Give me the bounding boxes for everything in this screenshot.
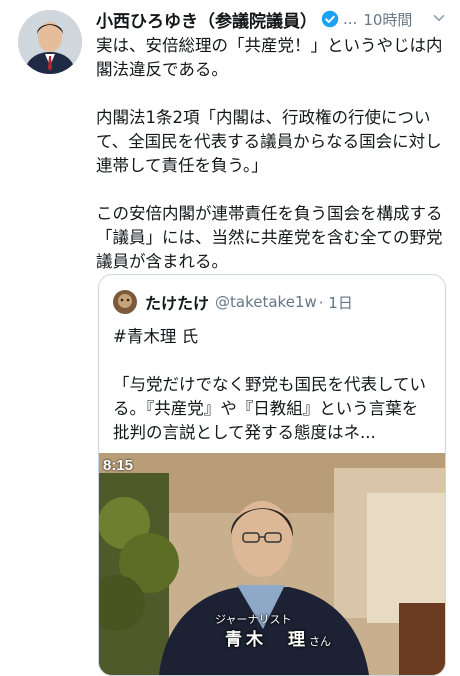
- quoted-timestamp[interactable]: · 1日: [319, 292, 353, 313]
- quoted-paragraph: 「与党だけでなく野党も国民を代表している。『共産党』や『日教組』という言葉を批判…: [113, 375, 427, 442]
- author-handle[interactable]: ...: [343, 10, 357, 28]
- tweet-paragraph: 内閣法1条2項「内閣は、行政権の行使について、全国民を代表する議員からなる国会に…: [96, 108, 442, 175]
- quoted-author-avatar[interactable]: [113, 290, 137, 314]
- quoted-author-name[interactable]: たけたけ: [145, 290, 209, 314]
- quoted-tweet-header: たけたけ @taketake1w · 1日: [113, 289, 435, 315]
- quoted-tweet-text: #青木理 氏 「与党だけでなく野党も国民を代表している。『共産党』や『日教組』と…: [113, 325, 433, 445]
- video-overlay-time: 8:15: [103, 457, 134, 474]
- tweet-text: 実は、安倍総理の「共産党！」というやじは内閣法違反である。 内閣法1条2項「内閣…: [96, 34, 448, 274]
- chevron-down-icon[interactable]: [430, 9, 448, 27]
- tweet-header: 小西ひろゆき（参議院議員） ... 10時間: [96, 6, 448, 32]
- quoted-tweet[interactable]: たけたけ @taketake1w · 1日 #青木理 氏 「与党だけでなく野党も…: [98, 274, 446, 676]
- tweet-timestamp[interactable]: 10時間: [363, 9, 412, 30]
- video-caption-name-text: 青木 理: [225, 630, 309, 650]
- author-avatar[interactable]: [18, 10, 82, 74]
- verified-badge-icon: [321, 10, 339, 28]
- quoted-author-handle[interactable]: @taketake1w: [215, 293, 317, 311]
- video-caption-suffix: さん: [309, 635, 331, 648]
- quoted-paragraph: #青木理 氏: [113, 327, 199, 346]
- video-caption-name: 青木 理さん: [225, 625, 331, 650]
- author-name[interactable]: 小西ひろゆき（参議院議員）: [96, 7, 317, 32]
- tweet-paragraph: 実は、安倍総理の「共産党！」というやじは内閣法違反である。: [96, 36, 443, 79]
- quoted-media-video[interactable]: 8:15 ジャーナリスト 青木 理さん: [99, 453, 445, 675]
- tweet-paragraph: この安倍内閣が連帯責任を負う国会を構成する「議員」には、当然に共産党を含む全ての…: [96, 204, 443, 271]
